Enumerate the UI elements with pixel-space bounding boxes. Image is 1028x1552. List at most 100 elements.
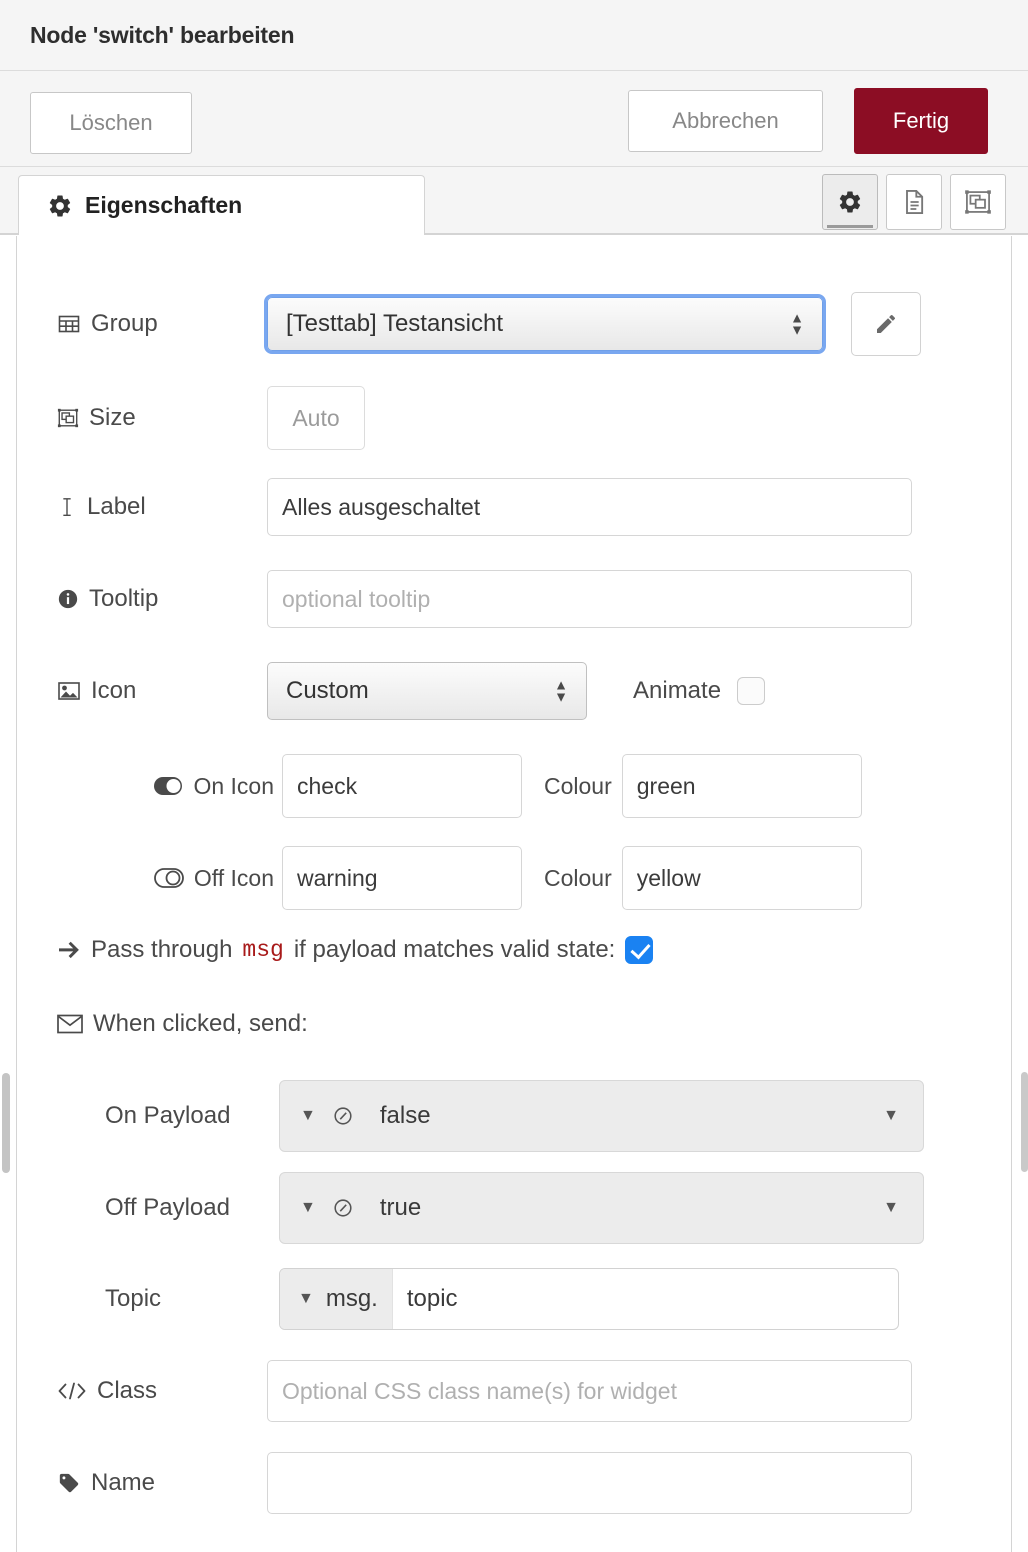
dialog-button-bar: Löschen Abbrechen Fertig: [0, 71, 1028, 167]
on-colour-label: Colour: [544, 773, 612, 800]
node-edit-dialog: Node 'switch' bearbeiten Löschen Abbrech…: [0, 0, 1028, 1552]
size-auto-button[interactable]: Auto: [267, 386, 365, 450]
left-scrollbar-thumb[interactable]: [2, 1073, 10, 1173]
class-label: Class: [57, 1377, 267, 1405]
document-icon: [900, 188, 928, 216]
icon-select-label: Icon: [57, 677, 267, 705]
properties-form: Group [Testtab] Testansicht ▲▼: [16, 236, 1012, 1552]
form-row-size: Size Auto: [57, 386, 987, 450]
chevron-updown-icon: ▲▼: [790, 314, 804, 335]
off-payload-value: true: [380, 1194, 421, 1222]
table-icon: [57, 312, 81, 336]
off-colour-label: Colour: [544, 865, 612, 892]
name-label: Name: [57, 1469, 267, 1497]
boolean-icon: [332, 1197, 354, 1219]
form-row-on-icon: On Icon Colour: [57, 754, 987, 818]
tab-properties-label: Eigenschaften: [85, 192, 242, 219]
off-payload-typed-input[interactable]: ▼ true ▼: [279, 1172, 924, 1244]
topic-type-selector[interactable]: ▼ msg.: [280, 1269, 393, 1329]
on-payload-typed-input[interactable]: ▼ false ▼: [279, 1080, 924, 1152]
msg-token: msg: [242, 937, 283, 963]
tool-button-group: [822, 174, 1006, 230]
left-gutter: [0, 236, 16, 1552]
size-label: Size: [57, 404, 267, 432]
edit-group-button[interactable]: [851, 292, 921, 356]
tooltip-input[interactable]: [267, 570, 912, 628]
tooltip-label: Tooltip: [57, 585, 267, 613]
toggle-on-icon: [153, 776, 183, 796]
envelope-icon: [57, 1014, 83, 1034]
on-icon-input[interactable]: [282, 754, 522, 818]
object-group-icon: [964, 188, 992, 216]
done-button[interactable]: Fertig: [854, 88, 988, 154]
off-icon-label: Off Icon: [57, 865, 282, 892]
delete-button[interactable]: Löschen: [30, 92, 192, 154]
gear-icon: [47, 193, 73, 219]
appearance-tool-button[interactable]: [950, 174, 1006, 230]
form-row-icon: Icon Custom ▲▼ Animate: [57, 662, 987, 720]
chevron-down-icon: ▼: [300, 1108, 316, 1124]
on-colour-input[interactable]: [622, 754, 862, 818]
passthrough-text-before: Pass through: [91, 936, 232, 964]
gear-icon: [837, 189, 863, 215]
boolean-icon: [332, 1105, 354, 1127]
form-row-tooltip: Tooltip: [57, 570, 987, 628]
form-row-passthrough: Pass through msg if payload matches vali…: [57, 936, 653, 964]
group-select-value: [Testtab] Testansicht: [286, 310, 503, 338]
passthrough-text-after: if payload matches valid state:: [294, 936, 616, 964]
form-row-name: Name: [57, 1452, 987, 1514]
description-tool-button[interactable]: [886, 174, 942, 230]
animate-control: Animate: [633, 677, 765, 705]
properties-tool-button[interactable]: [822, 174, 878, 230]
page-title: Node 'switch' bearbeiten: [30, 22, 294, 49]
topic-prefix-label: msg.: [326, 1285, 378, 1313]
topic-value: topic: [393, 1285, 458, 1313]
label-input[interactable]: [267, 478, 912, 536]
pencil-icon: [874, 312, 898, 336]
off-icon-input[interactable]: [282, 846, 522, 910]
chevron-down-icon[interactable]: ▼: [883, 1199, 899, 1217]
name-input[interactable]: [267, 1452, 912, 1514]
on-icon-label: On Icon: [57, 773, 282, 800]
icon-type-select[interactable]: Custom ▲▼: [267, 662, 587, 720]
topic-label: Topic: [105, 1285, 265, 1313]
cancel-button[interactable]: Abbrechen: [628, 90, 823, 152]
form-row-when-clicked: When clicked, send:: [57, 1010, 308, 1038]
chevron-down-icon: ▼: [298, 1291, 314, 1307]
label-field-label: Label: [57, 493, 267, 521]
tab-properties[interactable]: Eigenschaften: [18, 175, 425, 235]
right-scrollbar-thumb[interactable]: [1021, 1072, 1028, 1172]
when-clicked-label: When clicked, send:: [57, 1010, 308, 1038]
off-colour-input[interactable]: [622, 846, 862, 910]
toggle-off-icon: [154, 868, 184, 888]
form-row-off-icon: Off Icon Colour: [57, 846, 987, 910]
passthrough-text: Pass through msg if payload matches vali…: [57, 936, 653, 964]
chevron-down-icon[interactable]: ▼: [883, 1107, 899, 1125]
tab-strip: Eigenschaften: [0, 167, 1028, 235]
form-row-on-payload: On Payload ▼ false ▼: [105, 1080, 985, 1152]
group-select[interactable]: [Testtab] Testansicht ▲▼: [267, 297, 823, 351]
on-payload-type-selector[interactable]: ▼: [280, 1105, 354, 1127]
image-icon: [57, 680, 81, 702]
chevron-down-icon: ▼: [300, 1200, 316, 1216]
icon-type-value: Custom: [286, 677, 369, 705]
tag-icon: [57, 1472, 81, 1494]
passthrough-checkbox[interactable]: [625, 936, 653, 964]
on-payload-label: On Payload: [105, 1102, 265, 1130]
animate-label: Animate: [633, 677, 721, 705]
object-group-icon: [57, 407, 79, 429]
code-icon: [57, 1381, 87, 1401]
text-cursor-icon: [57, 496, 77, 518]
arrow-right-icon: [57, 940, 81, 960]
dialog-header: Node 'switch' bearbeiten: [0, 0, 1028, 71]
on-payload-value: false: [380, 1102, 431, 1130]
form-row-class: Class: [57, 1360, 987, 1422]
off-payload-type-selector[interactable]: ▼: [280, 1197, 354, 1219]
topic-typed-input[interactable]: ▼ msg. topic: [279, 1268, 899, 1330]
animate-checkbox[interactable]: [737, 677, 765, 705]
form-row-topic: Topic ▼ msg. topic: [105, 1268, 985, 1330]
form-row-label: Label: [57, 478, 987, 536]
class-input[interactable]: [267, 1360, 912, 1422]
group-label: Group: [57, 310, 267, 338]
form-row-group: Group [Testtab] Testansicht ▲▼: [57, 292, 987, 356]
